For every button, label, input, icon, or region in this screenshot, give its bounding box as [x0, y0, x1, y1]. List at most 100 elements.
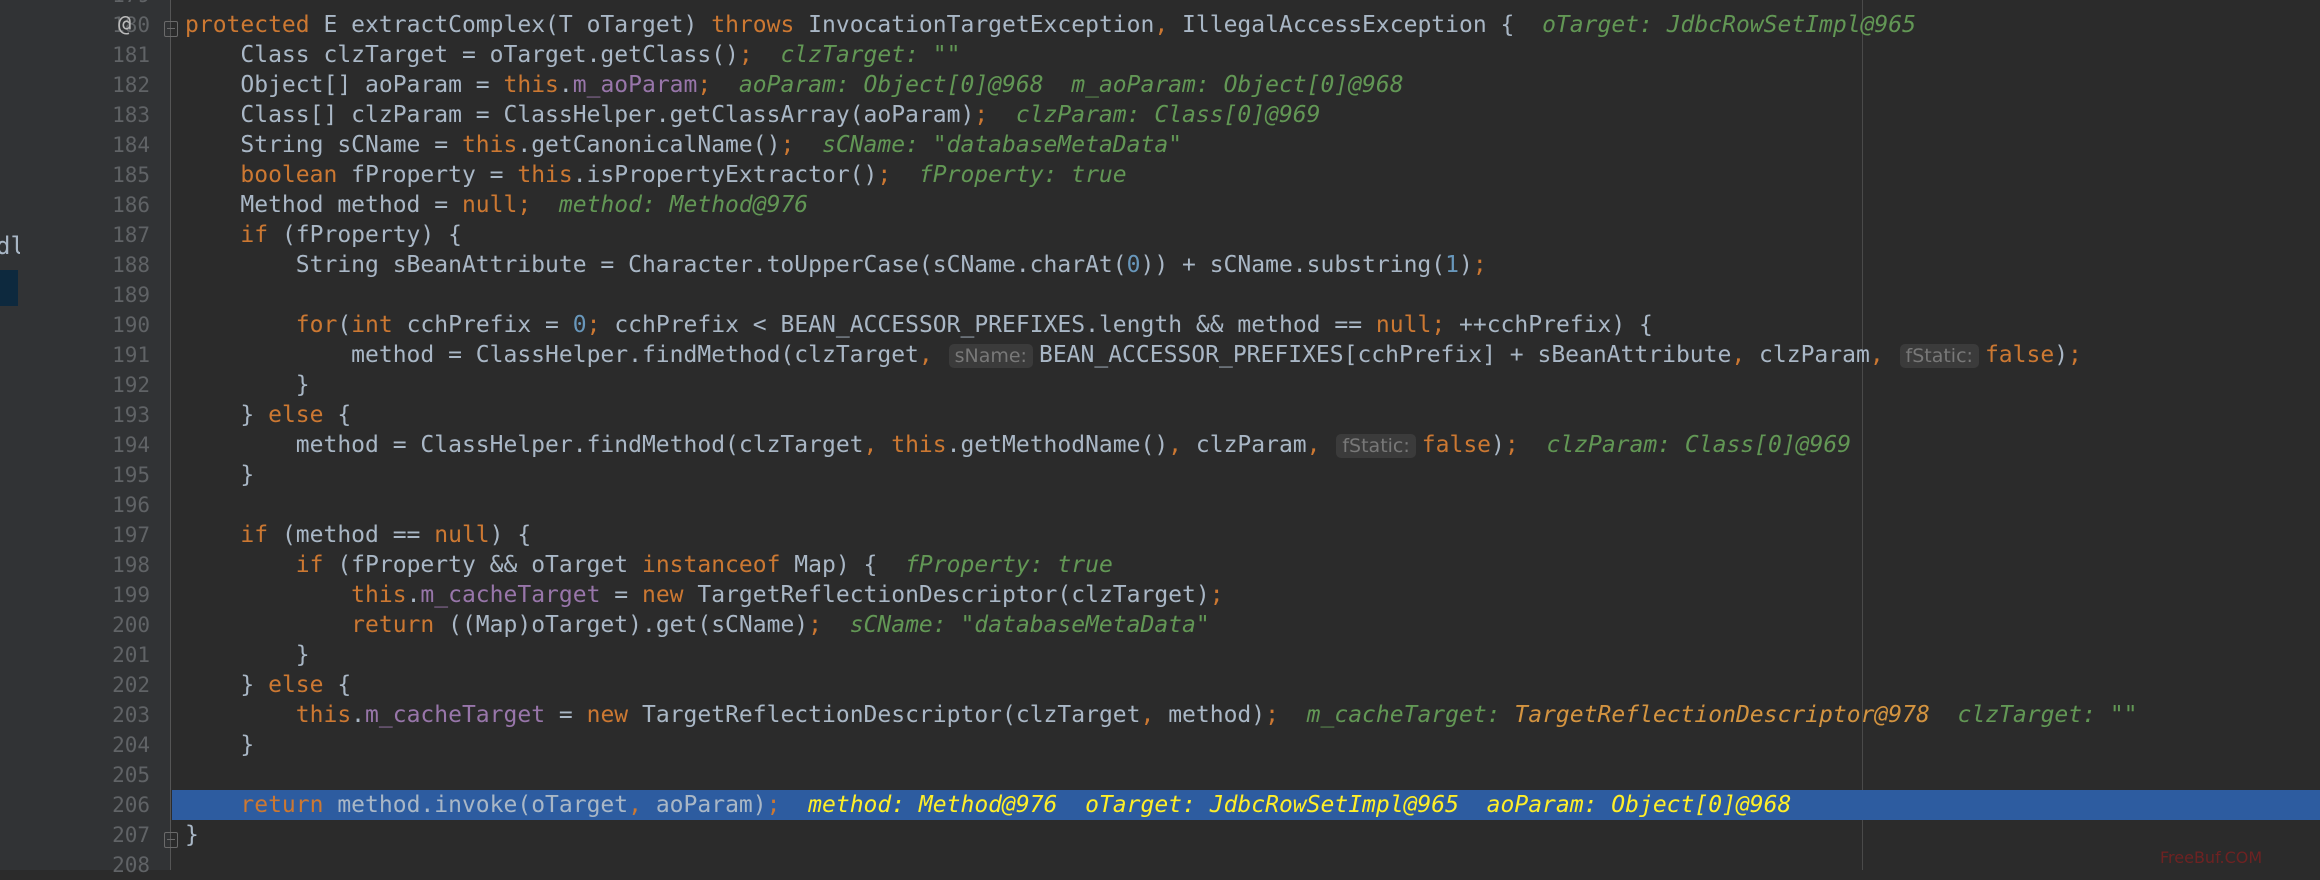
- code-line[interactable]: return method.invoke(oTarget, aoParam); …: [185, 790, 2320, 820]
- debug-inline-value: clzParam: Class[0]@969: [1015, 102, 1321, 128]
- code-line[interactable]: }: [185, 730, 2320, 760]
- line-number[interactable]: 203: [50, 700, 150, 730]
- line-number[interactable]: 200: [50, 610, 150, 640]
- project-panel-selection: [0, 270, 18, 306]
- code-token: }: [185, 642, 310, 668]
- code-token: throws: [711, 12, 809, 38]
- code-token: this: [295, 702, 352, 728]
- line-number[interactable]: 182: [50, 70, 150, 100]
- code-line[interactable]: Class[] clzParam = ClassHelper.getClassA…: [185, 100, 2320, 130]
- code-token: 1: [1445, 252, 1459, 278]
- line-number[interactable]: 205: [50, 760, 150, 790]
- fold-toggle-icon[interactable]: [164, 832, 178, 848]
- code-token: boolean: [240, 162, 352, 188]
- code-line[interactable]: if (method == null) {: [185, 520, 2320, 550]
- code-line[interactable]: [185, 760, 2320, 790]
- line-number[interactable]: 190: [50, 310, 150, 340]
- line-number[interactable]: 208: [50, 850, 150, 880]
- code-token: ) {: [489, 522, 532, 548]
- code-line[interactable]: } else {: [185, 670, 2320, 700]
- line-number[interactable]: 183: [50, 100, 150, 130]
- code-line[interactable]: String sBeanAttribute = Character.toUppe…: [185, 250, 2320, 280]
- code-token: Object[] aoParam =: [185, 72, 504, 98]
- line-number[interactable]: 186: [50, 190, 150, 220]
- code-line[interactable]: } else {: [185, 400, 2320, 430]
- code-line[interactable]: this.m_cacheTarget = new TargetReflectio…: [185, 580, 2320, 610]
- fold-toggle-icon[interactable]: [164, 21, 178, 37]
- line-number[interactable]: 206: [50, 790, 150, 820]
- code-token: ,: [1731, 342, 1760, 368]
- line-number[interactable]: 191: [50, 340, 150, 370]
- code-line[interactable]: method = ClassHelper.findMethod(clzTarge…: [185, 430, 2320, 460]
- line-number[interactable]: 184: [50, 130, 150, 160]
- line-number[interactable]: 199: [50, 580, 150, 610]
- parameter-name-hint: fStatic:: [1899, 344, 1979, 368]
- line-number-gutter[interactable]: 1791801811821831841851861871881891901911…: [20, 0, 170, 877]
- code-token: aoParam): [655, 792, 767, 818]
- code-token: .getCanonicalName(): [517, 132, 781, 158]
- code-line[interactable]: if (fProperty) {: [185, 220, 2320, 250]
- line-number[interactable]: 196: [50, 490, 150, 520]
- code-token: method = ClassHelper.findMethod(clzTarge…: [185, 342, 919, 368]
- code-line[interactable]: boolean fProperty = this.isPropertyExtra…: [185, 160, 2320, 190]
- code-line[interactable]: Object[] aoParam = this.m_aoParam; aoPar…: [185, 70, 2320, 100]
- debug-inline-value: clzParam: Class[0]@969: [1546, 432, 1852, 458]
- code-token: ++cchPrefix) {: [1459, 312, 1653, 338]
- code-line[interactable]: protected E extractComplex(T oTarget) th…: [185, 10, 2320, 40]
- line-number[interactable]: 198: [50, 550, 150, 580]
- code-token: this: [351, 582, 407, 608]
- code-token: ): [2054, 342, 2069, 368]
- code-line[interactable]: for(int cchPrefix = 0; cchPrefix < BEAN_…: [185, 310, 2320, 340]
- line-number[interactable]: 189: [50, 280, 150, 310]
- code-line[interactable]: [185, 490, 2320, 520]
- code-token: if: [240, 522, 282, 548]
- code-token: E extractComplex(T oTarget): [323, 12, 712, 38]
- line-number[interactable]: 192: [50, 370, 150, 400]
- line-number[interactable]: 201: [50, 640, 150, 670]
- code-token: .: [406, 582, 421, 608]
- code-token: }: [185, 822, 199, 848]
- code-token: Class[] clzParam = ClassHelper.getClassA…: [185, 102, 975, 128]
- code-line[interactable]: }: [185, 370, 2320, 400]
- code-token: String sCName =: [185, 132, 462, 158]
- code-token: this: [891, 432, 947, 458]
- code-token: ,: [918, 342, 947, 368]
- line-number[interactable]: 204: [50, 730, 150, 760]
- line-number[interactable]: 179: [50, 0, 150, 10]
- code-line[interactable]: this.m_cacheTarget = new TargetReflectio…: [185, 700, 2320, 730]
- code-line[interactable]: String sCName = this.getCanonicalName();…: [185, 130, 2320, 160]
- code-editor[interactable]: dl 1791801811821831841851861871881891901…: [0, 0, 2320, 877]
- code-line[interactable]: }: [185, 820, 2320, 850]
- code-line[interactable]: [185, 850, 2320, 880]
- line-number[interactable]: 193: [50, 400, 150, 430]
- debug-inline-value: clzTarget: "": [1929, 702, 2138, 728]
- code-token: {: [337, 672, 352, 698]
- line-number[interactable]: 207: [50, 820, 150, 850]
- line-number[interactable]: 185: [50, 160, 150, 190]
- code-line[interactable]: Method method = null; method: Method@976: [185, 190, 2320, 220]
- code-token: }: [185, 462, 255, 488]
- code-line[interactable]: }: [185, 640, 2320, 670]
- line-number[interactable]: 181: [50, 40, 150, 70]
- code-line[interactable]: [185, 280, 2320, 310]
- line-number[interactable]: 194: [50, 430, 150, 460]
- line-number[interactable]: 180: [50, 10, 150, 40]
- code-token: ;: [766, 792, 809, 818]
- line-number[interactable]: 195: [50, 460, 150, 490]
- code-line[interactable]: if (fProperty && oTarget instanceof Map)…: [185, 550, 2320, 580]
- code-token: fProperty =: [351, 162, 518, 188]
- code-line[interactable]: method = ClassHelper.findMethod(clzTarge…: [185, 340, 2320, 370]
- line-number[interactable]: 187: [50, 220, 150, 250]
- code-token: ;: [1209, 582, 1224, 608]
- override-marker-icon[interactable]: @: [118, 12, 131, 37]
- gutter-divider: [170, 0, 171, 870]
- line-number[interactable]: 188: [50, 250, 150, 280]
- code-token: IllegalAccessException {: [1182, 12, 1543, 38]
- code-line[interactable]: Class clzTarget = oTarget.getClass(); cl…: [185, 40, 2320, 70]
- code-line[interactable]: return ((Map)oTarget).get(sCName); sCNam…: [185, 610, 2320, 640]
- code-line[interactable]: }: [185, 460, 2320, 490]
- code-line[interactable]: [185, 0, 2320, 10]
- line-number[interactable]: 202: [50, 670, 150, 700]
- line-number[interactable]: 197: [50, 520, 150, 550]
